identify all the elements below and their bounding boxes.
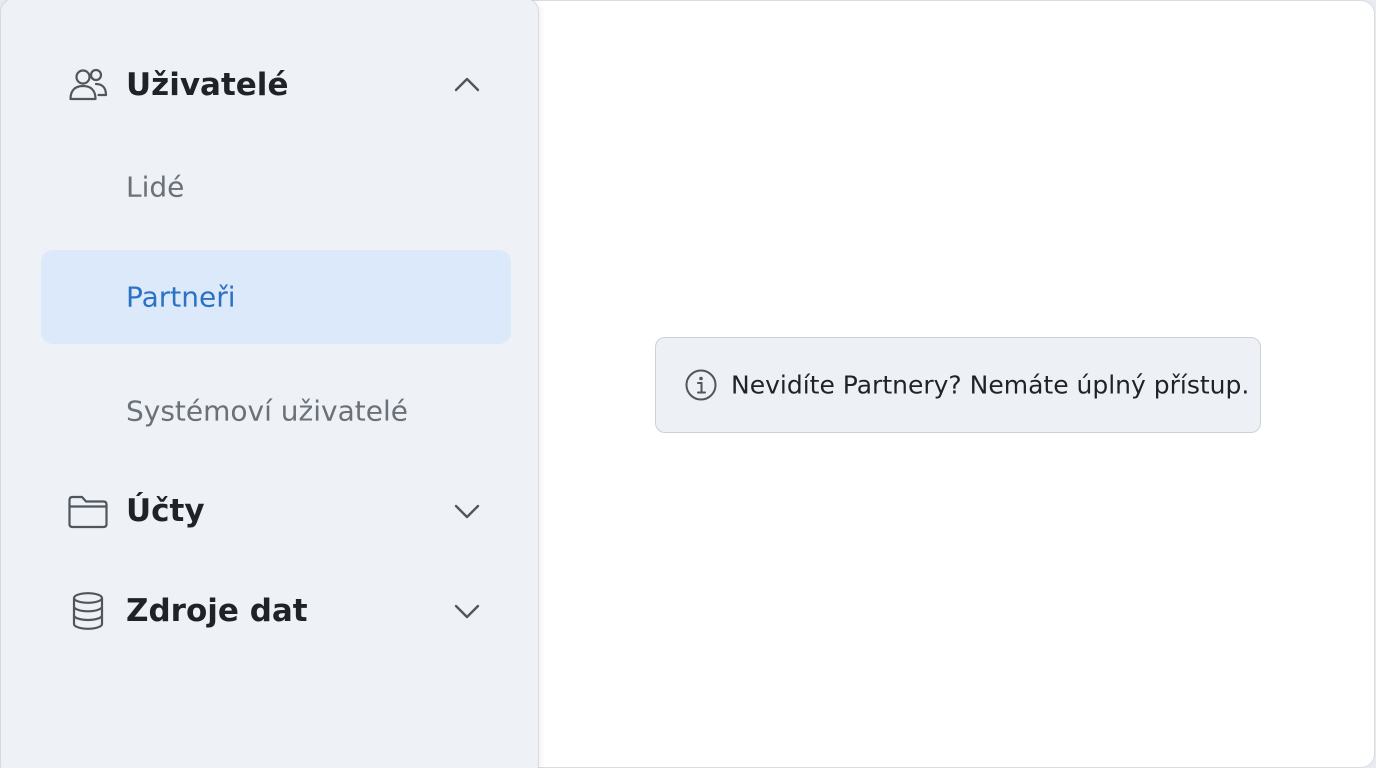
sidebar-item-label: Systémoví uživatelé: [126, 394, 408, 428]
sidebar-group-label: Účty: [126, 493, 205, 529]
sidebar-item-label: Partneři: [126, 280, 236, 314]
sidebar-group-ucty[interactable]: Účty: [41, 481, 511, 541]
notice-text: Nevidíte Partnery? Nemáte úplný přístup.: [731, 370, 1250, 400]
sidebar: Uživatelé Lidé Partneři Systémoví uživat…: [0, 0, 539, 768]
sidebar-item-systemovi-uzivatele[interactable]: Systémoví uživatelé: [41, 364, 511, 458]
database-icon: [67, 590, 109, 632]
access-notice: Nevidíte Partnery? Nemáte úplný přístup.: [655, 337, 1261, 433]
sidebar-group-users[interactable]: Uživatelé: [41, 55, 511, 115]
sidebar-item-partneri[interactable]: Partneři: [41, 250, 511, 344]
chevron-down-icon[interactable]: [451, 495, 483, 527]
chevron-up-icon[interactable]: [451, 69, 483, 101]
users-icon: [67, 64, 109, 106]
chevron-down-icon[interactable]: [451, 595, 483, 627]
sidebar-group-label: Zdroje dat: [126, 593, 308, 629]
app-window: Nevidíte Partnery? Nemáte úplný přístup.…: [0, 0, 1376, 768]
sidebar-item-lide[interactable]: Lidé: [41, 140, 511, 234]
info-icon: [685, 369, 717, 401]
folder-icon: [67, 490, 109, 532]
sidebar-group-label: Uživatelé: [126, 67, 289, 103]
sidebar-group-zdroje-dat[interactable]: Zdroje dat: [41, 581, 511, 641]
sidebar-item-label: Lidé: [126, 170, 185, 204]
